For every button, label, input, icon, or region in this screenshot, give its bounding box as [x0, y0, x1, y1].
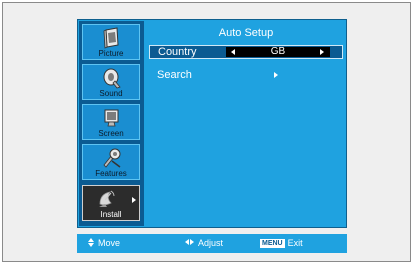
country-label: Country: [158, 46, 197, 58]
hint-move: Move: [88, 238, 120, 249]
sidebar-item-label: Picture: [98, 49, 124, 58]
screen-icon: [104, 109, 119, 127]
search-label: Search: [157, 69, 192, 81]
country-selector[interactable]: GB: [226, 46, 330, 57]
arrow-left-icon[interactable]: [231, 49, 235, 55]
sidebar-item-features[interactable]: Features: [82, 144, 140, 180]
sidebar-item-install[interactable]: Install: [82, 185, 140, 221]
search-row[interactable]: Search: [149, 68, 343, 82]
submenu-arrow-icon: [132, 197, 136, 203]
up-down-arrows-icon: [88, 238, 95, 247]
hint-exit-label: Exit: [287, 238, 303, 248]
picture-icon: [103, 27, 119, 49]
country-value: GB: [270, 46, 286, 57]
help-bar: Move Adjust MENU Exit: [77, 234, 347, 253]
sidebar-item-picture[interactable]: Picture: [82, 24, 140, 60]
panel-title: Auto Setup: [218, 27, 274, 39]
hint-move-label: Move: [98, 238, 121, 248]
arrow-right-icon[interactable]: [320, 49, 324, 55]
sidebar-item-sound[interactable]: Sound: [82, 64, 140, 100]
features-icon: [103, 148, 121, 168]
country-row[interactable]: Country GB: [149, 45, 343, 59]
menu-key-icon: MENU: [260, 239, 285, 248]
sidebar-item-label: Install: [100, 210, 122, 219]
hint-adjust-label: Adjust: [198, 238, 224, 248]
left-right-arrows-icon: [185, 239, 195, 246]
sidebar-item-label: Sound: [99, 89, 123, 98]
sound-icon: [103, 68, 121, 89]
sidebar-item-label: Screen: [98, 129, 124, 138]
sidebar-item-screen[interactable]: Screen: [82, 104, 140, 140]
hint-exit: MENU Exit: [260, 238, 303, 249]
sidebar-item-label: Features: [95, 169, 127, 178]
hint-adjust: Adjust: [185, 238, 223, 249]
arrow-right-icon: [274, 72, 278, 78]
install-icon: [99, 190, 115, 207]
menu-sidebar: Picture Sound Screen Features Install: [79, 21, 144, 226]
auto-setup-panel: Auto Setup Country GB Search: [147, 21, 345, 226]
